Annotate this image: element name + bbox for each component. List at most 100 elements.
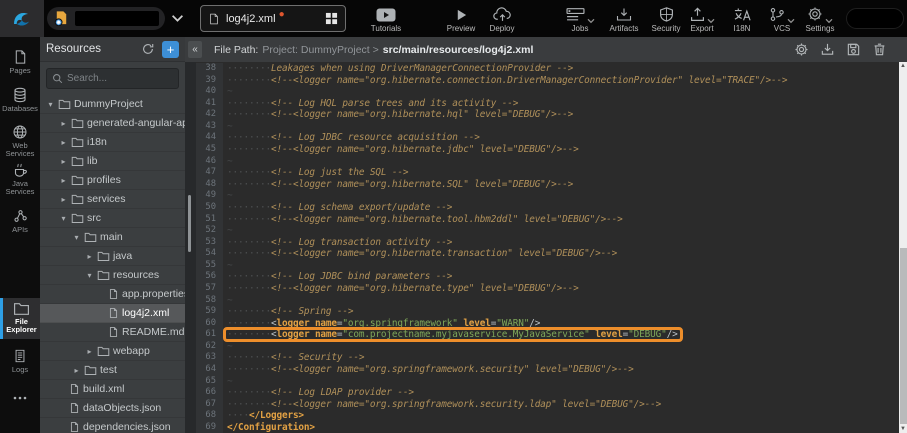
tree-item-services[interactable]: ▸services (40, 190, 185, 209)
topbar-deploy-button[interactable]: Deploy (478, 5, 526, 33)
code-line-highlighted[interactable]: 61········<logger name="com.projectname.… (196, 329, 899, 341)
scroll-down-arrow[interactable]: ▼ (899, 425, 907, 433)
save-icon[interactable] (846, 42, 861, 57)
tree-item-java[interactable]: ▸java (40, 247, 185, 266)
search-input[interactable]: Search... (46, 68, 179, 89)
code-line[interactable]: 50········<!-- Log schema export/update … (196, 202, 899, 214)
code-line[interactable]: 54········<!--<logger name="org.hibernat… (196, 248, 899, 260)
panel-scrollbar-thumb[interactable] (188, 195, 191, 252)
code-line[interactable]: 44········<!-- Log JDBC resource acquisi… (196, 132, 899, 144)
code-line[interactable]: 46~ (196, 156, 899, 168)
scrollbar-thumb[interactable] (900, 248, 907, 424)
code-line[interactable]: 65~ (196, 376, 899, 388)
arrow-collapsed-icon[interactable]: ▸ (59, 176, 68, 185)
tree-item-dummyproject[interactable]: ▾ DummyProject (40, 95, 185, 114)
grid-icon[interactable] (325, 12, 338, 25)
arrow-collapsed-icon[interactable]: ▸ (59, 157, 68, 166)
project-selector[interactable] (47, 7, 165, 30)
sidebar-item-web-services[interactable]: WebServices (0, 121, 40, 162)
tree-item-lib[interactable]: ▸lib (40, 152, 185, 171)
tree-item-test[interactable]: ▸test (40, 361, 185, 380)
arrow-expanded-icon[interactable]: ▾ (46, 100, 55, 109)
tree-item-profiles[interactable]: ▸profiles (40, 171, 185, 190)
code-line[interactable]: 48········<!--<logger name="org.hibernat… (196, 179, 899, 191)
code-line[interactable]: 47········<!-- Log just the SQL --> (196, 167, 899, 179)
arrow-collapsed-icon[interactable]: ▸ (85, 347, 94, 356)
code-line[interactable]: 53········<!-- Log transaction activity … (196, 237, 899, 249)
open-file-tab[interactable]: log4j2.xml ● (200, 5, 346, 32)
code-editor[interactable]: 38········Leakages when using DriverMana… (185, 62, 907, 433)
code-line[interactable]: 43~ (196, 121, 899, 133)
code-line[interactable]: 62~ (196, 341, 899, 353)
tree-item-build-xml[interactable]: build.xml (40, 380, 185, 399)
arrow-collapsed-icon[interactable]: ▸ (59, 195, 68, 204)
topbar-artifacts-button[interactable]: Artifacts (600, 5, 648, 33)
editor-scrollbar[interactable]: ▲ ▼ (899, 62, 907, 433)
sidebar-item-logs[interactable]: Logs (0, 345, 40, 379)
line-text: ····</Loggers> (223, 410, 304, 422)
tree-item-webapp[interactable]: ▸webapp (40, 342, 185, 361)
tree-item-generated-angular-app[interactable]: ▸generated-angular-app (40, 114, 185, 133)
gear-icon[interactable] (794, 42, 809, 57)
code-line[interactable]: 68····</Loggers> (196, 410, 899, 422)
arrow-collapsed-icon[interactable]: ▸ (59, 119, 68, 128)
tree-item-label: DummyProject (74, 98, 143, 110)
tree-item-src[interactable]: ▾src (40, 209, 185, 228)
sidebar-item-apis[interactable]: APIs (0, 205, 40, 237)
wavemaker-logo[interactable] (0, 0, 44, 37)
code-line[interactable]: 39········<!--<logger name="org.hibernat… (196, 75, 899, 87)
code-line[interactable]: 60········<logger name="org.springframew… (196, 318, 899, 330)
code-line[interactable]: 66········<!-- Log LDAP provider --> (196, 387, 899, 399)
refresh-icon[interactable] (141, 42, 155, 56)
tree-item-resources[interactable]: ▾resources (40, 266, 185, 285)
trash-icon[interactable] (872, 42, 887, 57)
code-line[interactable]: 64········<!--<logger name="org.springfr… (196, 364, 899, 376)
download-icon[interactable] (820, 42, 835, 57)
add-resource-button[interactable]: + (162, 41, 179, 58)
sidebar-item-java-services[interactable]: JavaServices (0, 159, 40, 200)
sidebar-item-more[interactable] (0, 392, 40, 412)
line-text: ········<!-- Log transaction activity --… (223, 237, 452, 249)
code-lines: 38········Leakages when using DriverMana… (196, 63, 899, 433)
code-line[interactable]: 42········<!--<logger name="org.hibernat… (196, 109, 899, 121)
tree-item-readme-md[interactable]: README.md (40, 323, 185, 342)
sidebar-item-pages[interactable]: Pages (0, 46, 40, 80)
scroll-up-arrow[interactable]: ▲ (899, 62, 907, 70)
arrow-collapsed-icon[interactable]: ▸ (59, 138, 68, 147)
tree-item-main[interactable]: ▾main (40, 228, 185, 247)
code-line[interactable]: 67········<!--<logger name="org.springfr… (196, 399, 899, 411)
tree-item-dependencies-json[interactable]: dependencies.json (40, 418, 185, 433)
code-line[interactable]: 51········<!--<logger name="org.hibernat… (196, 214, 899, 226)
tree-item-dataobjects-json[interactable]: dataObjects.json (40, 399, 185, 418)
arrow-expanded-icon[interactable]: ▾ (72, 233, 81, 242)
code-line[interactable]: 63········<!-- Security --> (196, 352, 899, 364)
topbar-settings-button[interactable]: Settings (796, 5, 844, 33)
arrow-expanded-icon[interactable]: ▾ (59, 214, 68, 223)
code-line[interactable]: 59········<!-- Spring --> (196, 306, 899, 318)
sidebar-item-label: JavaServices (6, 180, 35, 196)
collapse-panel-button[interactable]: « (188, 41, 202, 58)
code-line[interactable]: 38········Leakages when using DriverMana… (196, 63, 899, 75)
code-line[interactable]: 55~ (196, 260, 899, 272)
topbar-tutorials-button[interactable]: Tutorials (362, 5, 410, 33)
topbar-jobs-button[interactable]: Jobs (556, 5, 604, 33)
file-icon (208, 12, 220, 26)
tree-item-log4j2-xml[interactable]: log4j2.xml (40, 304, 185, 323)
code-line[interactable]: 41········<!-- Log HQL parse trees and i… (196, 98, 899, 110)
tree-item-app-properties[interactable]: app.properties (40, 285, 185, 304)
code-line[interactable]: 40~ (196, 86, 899, 98)
code-line[interactable]: 45········<!--<logger name="org.hibernat… (196, 144, 899, 156)
code-line[interactable]: 58~ (196, 295, 899, 307)
arrow-collapsed-icon[interactable]: ▸ (85, 252, 94, 261)
arrow-expanded-icon[interactable]: ▾ (85, 271, 94, 280)
chevron-down-icon[interactable] (171, 14, 184, 23)
sidebar-item-databases[interactable]: Databases (0, 84, 40, 118)
code-line[interactable]: 52~ (196, 225, 899, 237)
tree-item-i18n[interactable]: ▸i18n (40, 133, 185, 152)
code-line[interactable]: 49~ (196, 190, 899, 202)
arrow-collapsed-icon[interactable]: ▸ (72, 366, 81, 375)
sidebar-item-file-explorer[interactable]: FileExplorer (0, 298, 40, 339)
code-line[interactable]: 56········<!-- Log JDBC bind parameters … (196, 271, 899, 283)
code-line[interactable]: 57········<!--<logger name="org.hibernat… (196, 283, 899, 295)
code-line[interactable]: 69</Configuration> (196, 422, 899, 433)
